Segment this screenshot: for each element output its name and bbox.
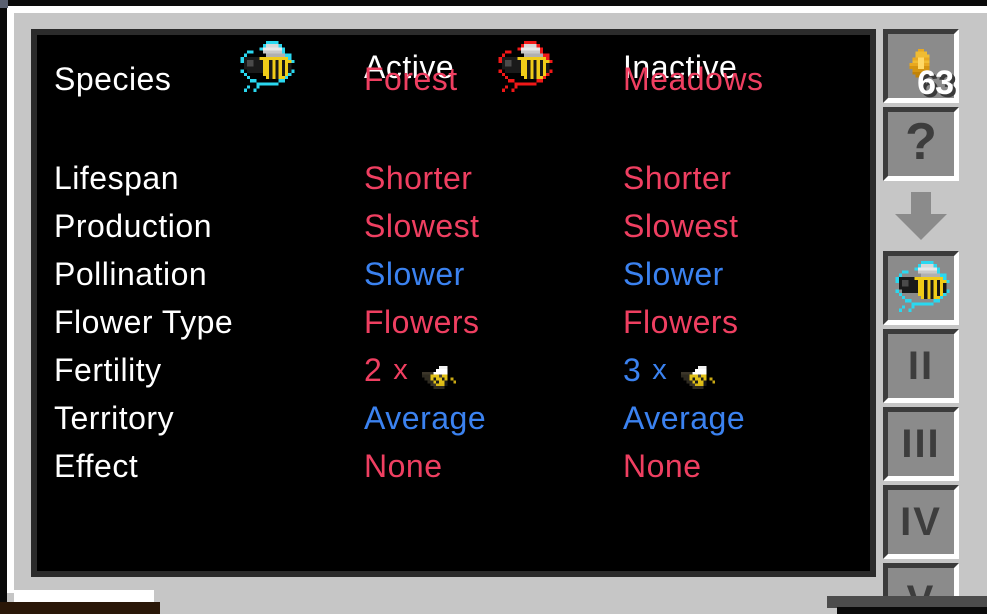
window-bottom-highlight xyxy=(14,590,154,602)
fertility-count-inactive: 3 xyxy=(623,352,642,388)
help-slot-label: ? xyxy=(905,113,937,171)
help-slot[interactable]: ? xyxy=(883,107,959,181)
trait-value-active: None xyxy=(364,448,443,484)
question-mark-icon: ? xyxy=(888,112,954,176)
table-row: Territory Average Average xyxy=(37,394,870,442)
window-bottom-right-shadow xyxy=(837,607,987,614)
bee-glyph xyxy=(895,261,950,312)
arrow-down-shape xyxy=(895,192,947,240)
table-row: Effect None None xyxy=(37,442,870,490)
trait-value-active: Slower xyxy=(364,256,465,292)
trait-value-inactive: Flowers xyxy=(623,304,739,340)
window-corner-marker xyxy=(0,0,8,8)
trait-label: Production xyxy=(54,208,212,244)
bee-active-icon xyxy=(888,256,954,320)
trait-label: Territory xyxy=(54,400,175,436)
trait-value-inactive: 3x xyxy=(623,346,718,394)
table-row: Fertility 2 x 3 x xyxy=(37,346,870,394)
trait-value-active: Slowest xyxy=(364,208,480,244)
table-row: Production Slowest Slowest xyxy=(37,202,870,250)
table-row: Lifespan Shorter Shorter xyxy=(37,154,870,202)
table-row: Species Forest Meadows xyxy=(37,55,870,103)
trait-label: Pollination xyxy=(54,256,208,292)
trait-value-inactive: Shorter xyxy=(623,160,732,196)
roman-numeral-icon: II xyxy=(888,334,954,398)
page-2-label: II xyxy=(907,344,935,388)
bee-slot[interactable] xyxy=(883,251,959,325)
trait-value-inactive: Slowest xyxy=(623,208,739,244)
trait-value-active: Shorter xyxy=(364,160,473,196)
table-row: Flower Type Flowers Flowers xyxy=(37,298,870,346)
fertility-multiplier-inactive: x xyxy=(652,354,668,386)
trait-value-active: Average xyxy=(364,400,487,436)
beealyzer-window: Active Inactive Species Forest Meadows Lifesp… xyxy=(0,0,987,614)
page-3-label: III xyxy=(901,422,941,466)
trait-value-inactive: None xyxy=(623,448,702,484)
drone-larva-icon xyxy=(419,357,459,389)
roman-numeral-icon: IV xyxy=(888,490,954,554)
table-row: Pollination Slower Slower xyxy=(37,250,870,298)
trait-label: Lifespan xyxy=(54,160,179,196)
page-4-button[interactable]: IV xyxy=(883,485,959,559)
trait-label: Effect xyxy=(54,448,139,484)
honey-drop-count: 63 xyxy=(917,64,954,102)
fertility-count-active: 2 xyxy=(364,352,383,388)
trait-value-active: 2x xyxy=(364,346,459,394)
arrow-stem xyxy=(911,192,931,216)
page-4-label: IV xyxy=(900,500,942,544)
traits-table: Active Inactive Species Forest Meadows Lifesp… xyxy=(37,35,870,571)
window-left-border xyxy=(0,6,7,606)
trait-value-active: Flowers xyxy=(364,304,480,340)
page-3-button[interactable]: III xyxy=(883,407,959,481)
trait-label: Fertility xyxy=(54,352,162,388)
data-board: Active Inactive Species Forest Meadows Lifesp… xyxy=(37,35,870,571)
gui-panel: Active Inactive Species Forest Meadows Lifesp… xyxy=(14,13,973,614)
side-toolbar: 63 ? II III IV xyxy=(883,29,959,614)
trait-value-inactive: Slower xyxy=(623,256,724,292)
arrow-head xyxy=(895,214,947,240)
trait-label: Flower Type xyxy=(54,304,234,340)
data-board-frame: Active Inactive Species Forest Meadows Lifesp… xyxy=(31,29,876,577)
page-2-button[interactable]: II xyxy=(883,329,959,403)
trait-value-inactive: Meadows xyxy=(623,61,764,97)
arrow-down-icon xyxy=(883,187,959,245)
drone-larva-icon xyxy=(678,357,718,389)
trait-value-inactive: Average xyxy=(623,400,746,436)
trait-value-active: Forest xyxy=(364,61,458,97)
fertility-multiplier-active: x xyxy=(393,354,409,386)
window-bottom-border xyxy=(0,602,160,614)
bee-sprite-slot xyxy=(892,261,950,315)
roman-numeral-icon: III xyxy=(888,412,954,476)
window-left-highlight xyxy=(7,13,14,593)
trait-label: Species xyxy=(54,61,172,97)
window-top-highlight xyxy=(0,6,987,13)
honey-drop-slot[interactable]: 63 xyxy=(883,29,959,103)
